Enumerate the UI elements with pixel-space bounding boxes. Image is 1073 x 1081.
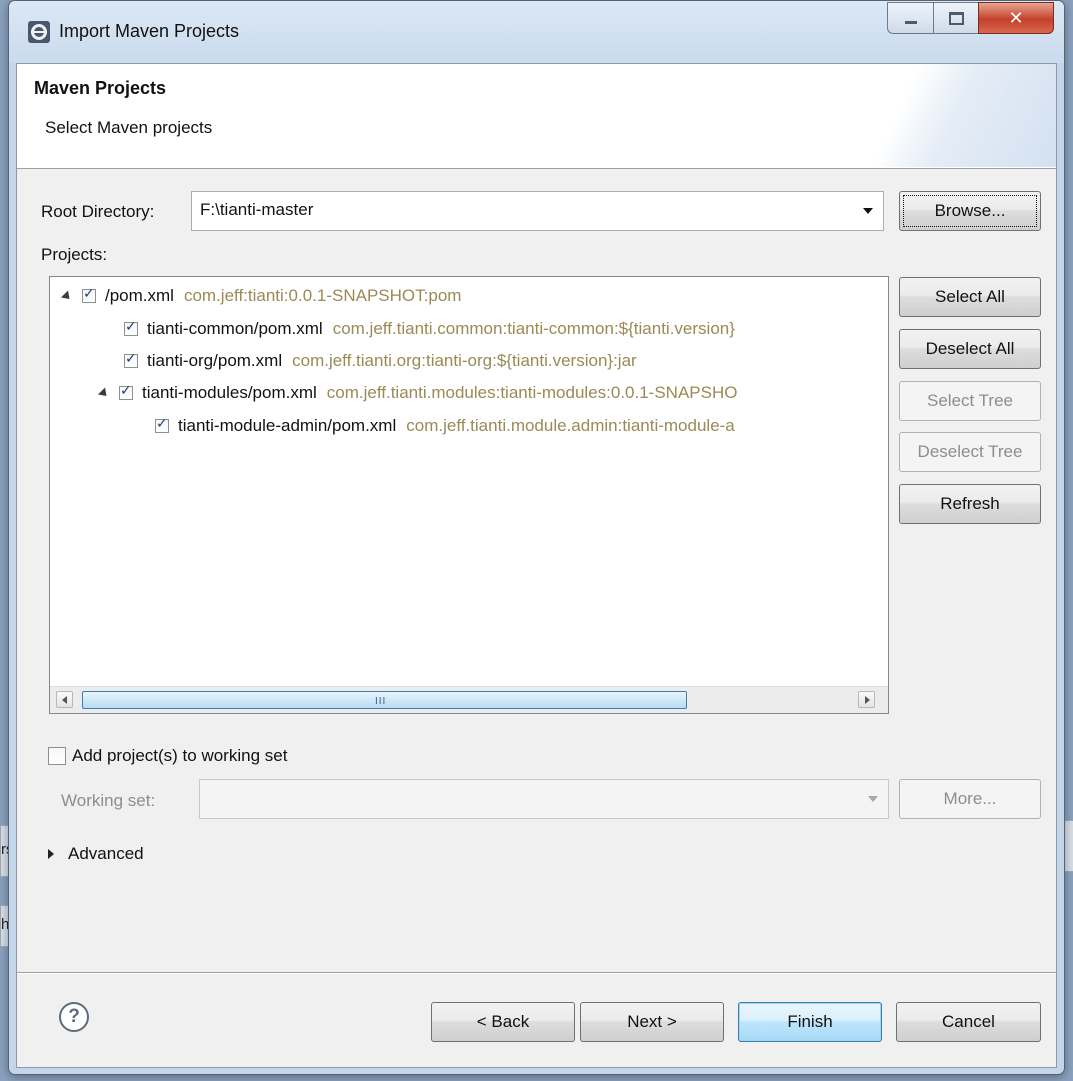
tree-row[interactable]: tianti-org/pom.xml com.jeff.tianti.org:t… bbox=[124, 349, 637, 373]
project-checkbox[interactable] bbox=[82, 286, 96, 303]
chevron-down-icon[interactable] bbox=[863, 208, 873, 214]
add-to-working-set-row[interactable]: Add project(s) to working set bbox=[48, 744, 287, 768]
select-all-button[interactable]: Select All bbox=[899, 277, 1041, 317]
project-name: tianti-common/pom.xml bbox=[147, 319, 323, 338]
working-set-combo[interactable] bbox=[199, 779, 889, 819]
add-to-working-set-label: Add project(s) to working set bbox=[72, 746, 288, 765]
scroll-right-button[interactable] bbox=[858, 691, 875, 708]
help-icon[interactable]: ? bbox=[59, 1002, 89, 1032]
deselect-tree-button[interactable]: Deselect Tree bbox=[899, 432, 1041, 472]
back-button[interactable]: < Back bbox=[431, 1002, 575, 1042]
horizontal-scrollbar[interactable]: III bbox=[50, 686, 888, 713]
tree-row[interactable]: tianti-module-admin/pom.xml com.jeff.tia… bbox=[155, 414, 735, 438]
page-title: Maven Projects bbox=[34, 78, 167, 98]
window-title: Import Maven Projects bbox=[59, 21, 240, 41]
advanced-label: Advanced bbox=[68, 844, 144, 863]
minimize-icon bbox=[904, 20, 917, 24]
project-checkbox[interactable] bbox=[119, 383, 133, 400]
next-button[interactable]: Next > bbox=[580, 1002, 724, 1042]
close-button[interactable]: ✕ bbox=[978, 2, 1054, 34]
select-tree-button[interactable]: Select Tree bbox=[899, 381, 1041, 421]
root-directory-label: Root Directory: bbox=[41, 202, 155, 221]
scroll-left-icon bbox=[62, 696, 67, 704]
tree-row[interactable]: tianti-modules/pom.xml com.jeff.tianti.m… bbox=[97, 381, 738, 405]
maximize-icon bbox=[948, 11, 964, 25]
refresh-button[interactable]: Refresh bbox=[899, 484, 1041, 524]
maximize-button[interactable] bbox=[933, 2, 979, 34]
project-name: tianti-org/pom.xml bbox=[147, 351, 283, 370]
minimize-button[interactable] bbox=[887, 2, 934, 34]
wizard-header: Maven Projects Select Maven projects bbox=[17, 64, 1056, 169]
project-checkbox[interactable] bbox=[124, 351, 138, 368]
root-directory-combo[interactable]: F:\tianti-master bbox=[191, 191, 884, 231]
project-checkbox[interactable] bbox=[155, 416, 169, 433]
advanced-section-toggle[interactable]: Advanced bbox=[48, 842, 144, 866]
working-set-label: Working set: bbox=[61, 791, 156, 810]
projects-tree[interactable]: /pom.xml com.jeff:tianti:0.0.1-SNAPSHOT:… bbox=[49, 276, 889, 714]
project-checkbox[interactable] bbox=[124, 319, 138, 336]
scroll-left-button[interactable] bbox=[56, 691, 73, 708]
finish-button[interactable]: Finish bbox=[738, 1002, 882, 1042]
project-coordinates: com.jeff.tianti.org:tianti-org:${tianti.… bbox=[292, 351, 637, 370]
eclipse-app-icon bbox=[28, 21, 50, 43]
expand-triangle-icon[interactable] bbox=[60, 289, 74, 303]
browse-button[interactable]: Browse... bbox=[899, 191, 1041, 231]
root-directory-value: F:\tianti-master bbox=[200, 200, 314, 219]
scroll-right-icon bbox=[865, 696, 870, 704]
page-subtitle: Select Maven projects bbox=[45, 118, 213, 137]
project-name: /pom.xml bbox=[105, 286, 174, 305]
expand-arrow-icon[interactable] bbox=[48, 849, 54, 859]
footer-separator bbox=[17, 972, 1056, 974]
add-to-working-set-checkbox[interactable] bbox=[48, 747, 66, 765]
project-coordinates: com.jeff:tianti:0.0.1-SNAPSHOT:pom bbox=[183, 286, 462, 305]
scrollbar-thumb[interactable]: III bbox=[82, 691, 687, 709]
projects-label: Projects: bbox=[41, 245, 108, 264]
project-coordinates: com.jeff.tianti.modules:tianti-modules:0… bbox=[326, 383, 738, 402]
close-icon: ✕ bbox=[1008, 7, 1024, 29]
chevron-down-icon[interactable] bbox=[868, 796, 878, 802]
deselect-all-button[interactable]: Deselect All bbox=[899, 329, 1041, 369]
scroll-grip: III bbox=[375, 696, 387, 707]
project-coordinates: com.jeff.tianti.common:tianti-common:${t… bbox=[332, 319, 735, 338]
dialog-client-area: Maven Projects Select Maven projects Roo… bbox=[16, 63, 1057, 1068]
title-bar[interactable]: Import Maven Projects ✕ bbox=[9, 1, 1064, 63]
expand-triangle-icon[interactable] bbox=[97, 386, 111, 400]
tree-row[interactable]: tianti-common/pom.xml com.jeff.tianti.co… bbox=[124, 317, 735, 341]
project-name: tianti-modules/pom.xml bbox=[142, 383, 317, 402]
header-decoration bbox=[796, 64, 1056, 167]
tree-row[interactable]: /pom.xml com.jeff:tianti:0.0.1-SNAPSHOT:… bbox=[60, 284, 462, 308]
project-coordinates: com.jeff.tianti.module.admin:tianti-modu… bbox=[406, 416, 735, 435]
import-maven-projects-dialog: Import Maven Projects ✕ Maven Projects S… bbox=[8, 0, 1065, 1075]
more-button[interactable]: More... bbox=[899, 779, 1041, 819]
project-name: tianti-module-admin/pom.xml bbox=[178, 416, 397, 435]
cancel-button[interactable]: Cancel bbox=[896, 1002, 1041, 1042]
